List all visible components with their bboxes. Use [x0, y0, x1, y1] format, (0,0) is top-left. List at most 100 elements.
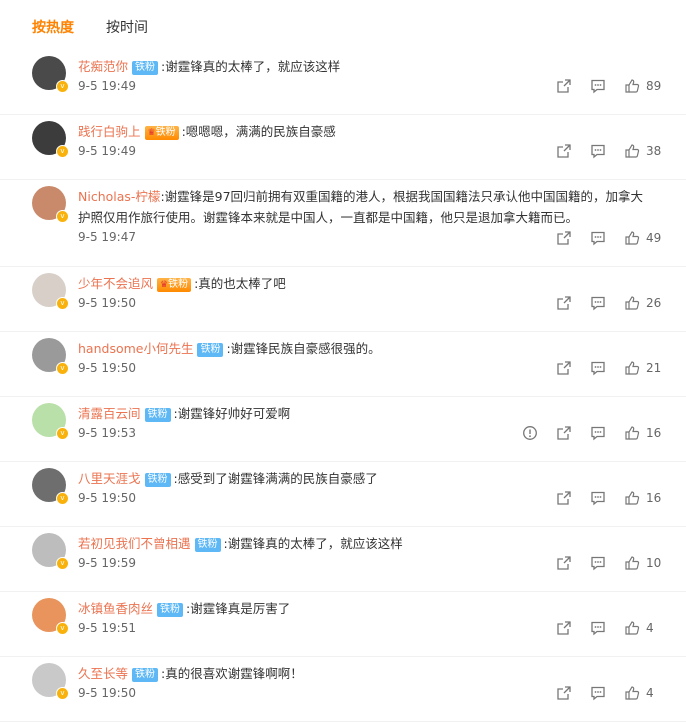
comment-actions: 10 [556, 555, 662, 571]
crown-icon: ♛ [160, 280, 169, 290]
comment-actions: 89 [556, 78, 662, 94]
fan-badge: 铁粉 [157, 603, 184, 617]
comment-line: handsome小何先生 铁粉:谢霆锋民族自豪感很强的。 [78, 338, 654, 359]
comment-time: 9-5 19:50 [78, 686, 136, 700]
like-icon [624, 425, 640, 441]
fan-badge: 铁粉 [197, 343, 224, 357]
comment-icon[interactable] [590, 295, 606, 311]
username-link[interactable]: 冰镇鱼香肉丝 [78, 601, 153, 616]
comment-time: 9-5 19:49 [78, 79, 136, 93]
username-link[interactable]: 清露百云间 [78, 406, 141, 421]
comment-line: 少年不会追风 ♛铁粉:真的也太棒了吧 [78, 273, 654, 294]
like-button[interactable]: 89 [624, 78, 662, 94]
verified-icon: v [56, 80, 69, 93]
comment-icon[interactable] [590, 425, 606, 441]
comment-item: v 若初见我们不曾相遇 铁粉:谢霆锋真的太棒了，就应该这样 9-5 19:59 1… [0, 527, 686, 592]
username-link[interactable]: 践行白驹上 [78, 124, 141, 139]
like-button[interactable]: 16 [624, 490, 662, 506]
fan-badge: 铁粉 [194, 538, 221, 552]
like-count: 26 [646, 296, 662, 310]
like-button[interactable]: 38 [624, 143, 662, 159]
comment-time: 9-5 19:50 [78, 361, 136, 375]
comment-text: :谢霆锋真的太棒了，就应该这样 [161, 59, 341, 74]
comment-line: 久至长等 铁粉:真的很喜欢谢霆锋啊啊！ [78, 663, 654, 684]
tab-hot[interactable]: 按热度 [32, 17, 74, 41]
comment-icon[interactable] [590, 143, 606, 159]
username-link[interactable]: 若初见我们不曾相遇 [78, 536, 191, 551]
share-icon[interactable] [556, 685, 572, 701]
like-button[interactable]: 26 [624, 295, 662, 311]
like-icon [624, 78, 640, 94]
comment-actions: 38 [556, 143, 662, 159]
share-icon[interactable] [556, 555, 572, 571]
like-icon [624, 295, 640, 311]
username-link[interactable]: 久至长等 [78, 666, 128, 681]
comment-line: 若初见我们不曾相遇 铁粉:谢霆锋真的太棒了，就应该这样 [78, 533, 654, 554]
share-icon[interactable] [556, 78, 572, 94]
verified-icon: v [56, 687, 69, 700]
comment-text: :谢霆锋真的太棒了，就应该这样 [223, 536, 403, 551]
like-count: 38 [646, 144, 662, 158]
verified-icon: v [56, 210, 69, 223]
comment-time: 9-5 19:53 [78, 426, 136, 440]
comment-icon[interactable] [590, 230, 606, 246]
comment-item: v 清露百云间 铁粉:谢霆锋好帅好可爱啊 9-5 19:53 16 [0, 397, 686, 462]
comment-actions: 16 [556, 490, 662, 506]
share-icon[interactable] [556, 295, 572, 311]
like-button[interactable]: 49 [624, 230, 662, 246]
share-icon[interactable] [556, 143, 572, 159]
report-icon[interactable] [522, 425, 538, 441]
like-button[interactable]: 10 [624, 555, 662, 571]
comment-actions: 49 [556, 230, 662, 246]
comment-line: Nicholas-柠檬:谢霆锋是97回归前拥有双重国籍的港人，根据我国国籍法只承… [78, 186, 654, 228]
comment-text: :谢霆锋真是厉害了 [186, 601, 291, 616]
comment-time: 9-5 19:50 [78, 491, 136, 505]
fan-badge: 铁粉 [144, 408, 171, 422]
verified-icon: v [56, 427, 69, 440]
share-icon[interactable] [556, 425, 572, 441]
like-icon [624, 143, 640, 159]
verified-icon: v [56, 297, 69, 310]
like-count: 4 [646, 621, 654, 635]
comment-item: v 冰镇鱼香肉丝 铁粉:谢霆锋真是厉害了 9-5 19:51 4 [0, 592, 686, 657]
username-link[interactable]: Nicholas-柠檬 [78, 189, 160, 204]
verified-icon: v [56, 145, 69, 158]
like-button[interactable]: 4 [624, 685, 662, 701]
comment-icon[interactable] [590, 555, 606, 571]
comment-icon[interactable] [590, 490, 606, 506]
comment-item: v 少年不会追风 ♛铁粉:真的也太棒了吧 9-5 19:50 26 [0, 267, 686, 332]
comment-item: v 践行白驹上 ♛铁粉:嗯嗯嗯，满满的民族自豪感 9-5 19:49 38 [0, 115, 686, 180]
share-icon[interactable] [556, 490, 572, 506]
share-icon[interactable] [556, 360, 572, 376]
comment-icon[interactable] [590, 78, 606, 94]
comment-text: :感受到了谢霆锋满满的民族自豪感了 [173, 471, 378, 486]
username-link[interactable]: 八里天涯戈 [78, 471, 141, 486]
comment-time: 9-5 19:50 [78, 296, 136, 310]
comment-actions: 26 [556, 295, 662, 311]
like-button[interactable]: 16 [624, 425, 662, 441]
comment-icon[interactable] [590, 360, 606, 376]
share-icon[interactable] [556, 620, 572, 636]
like-count: 49 [646, 231, 662, 245]
comment-text: :谢霆锋是97回归前拥有双重国籍的港人，根据我国国籍法只承认他中国国籍的，加拿大… [78, 189, 644, 225]
comment-line: 八里天涯戈 铁粉:感受到了谢霆锋满满的民族自豪感了 [78, 468, 654, 489]
fan-badge: 铁粉 [132, 61, 159, 75]
like-count: 21 [646, 361, 662, 375]
like-icon [624, 555, 640, 571]
comment-line: 清露百云间 铁粉:谢霆锋好帅好可爱啊 [78, 403, 654, 424]
comment-item: v Nicholas-柠檬:谢霆锋是97回归前拥有双重国籍的港人，根据我国国籍法… [0, 180, 686, 267]
verified-icon: v [56, 492, 69, 505]
username-link[interactable]: 少年不会追风 [78, 276, 153, 291]
username-link[interactable]: handsome小何先生 [78, 341, 193, 356]
comment-icon[interactable] [590, 620, 606, 636]
comment-actions: 21 [556, 360, 662, 376]
username-link[interactable]: 花痴范你 [78, 59, 128, 74]
like-button[interactable]: 21 [624, 360, 662, 376]
comment-time: 9-5 19:47 [78, 230, 136, 244]
verified-icon: v [56, 557, 69, 570]
like-icon [624, 620, 640, 636]
tab-time[interactable]: 按时间 [106, 17, 148, 41]
comment-icon[interactable] [590, 685, 606, 701]
share-icon[interactable] [556, 230, 572, 246]
like-button[interactable]: 4 [624, 620, 662, 636]
